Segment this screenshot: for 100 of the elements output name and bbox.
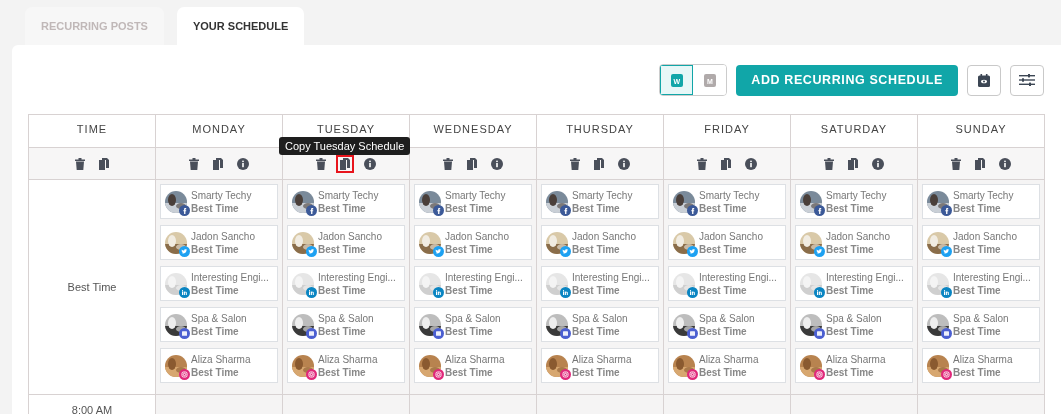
post-card[interactable]: Aliza Sharma Best Time bbox=[922, 348, 1040, 383]
info-icon[interactable] bbox=[618, 157, 630, 170]
post-card[interactable]: Spa & Salon Best Time bbox=[795, 307, 913, 342]
column-header: MONDAY bbox=[156, 115, 283, 148]
post-card[interactable]: Spa & Salon Best Time bbox=[922, 307, 1040, 342]
tooltip: Copy Tuesday Schedule bbox=[279, 137, 411, 155]
post-card[interactable]: Interesting Engi... Best Time bbox=[922, 266, 1040, 301]
trash-icon[interactable] bbox=[951, 157, 961, 170]
account-name: Smarty Techy bbox=[318, 188, 379, 202]
post-card[interactable]: Jadon Sancho Best Time bbox=[287, 225, 405, 260]
column-header: WEDNESDAY bbox=[410, 115, 537, 148]
copy-icon[interactable] bbox=[975, 157, 985, 170]
post-card[interactable]: Aliza Sharma Best Time bbox=[414, 348, 532, 383]
trash-icon[interactable] bbox=[824, 157, 834, 170]
post-card[interactable]: Aliza Sharma Best Time bbox=[668, 348, 786, 383]
post-card[interactable]: Aliza Sharma Best Time bbox=[541, 348, 659, 383]
account-name: Spa & Salon bbox=[445, 311, 501, 325]
copy-icon[interactable] bbox=[594, 157, 604, 170]
post-card[interactable]: Interesting Engi... Best Time bbox=[414, 266, 532, 301]
account-name: Jadon Sancho bbox=[191, 229, 255, 243]
post-card[interactable]: Smarty Techy Best Time bbox=[287, 184, 405, 219]
trash-icon[interactable] bbox=[75, 157, 85, 170]
copy-icon[interactable] bbox=[848, 157, 858, 170]
post-card[interactable]: Spa & Salon Best Time bbox=[287, 307, 405, 342]
network-badge-icon bbox=[179, 286, 190, 298]
network-badge-icon bbox=[560, 245, 571, 257]
info-icon[interactable] bbox=[999, 157, 1011, 170]
trash-icon[interactable] bbox=[570, 157, 580, 170]
info-icon[interactable] bbox=[745, 157, 757, 170]
post-card[interactable]: Smarty Techy Best Time bbox=[414, 184, 532, 219]
add-recurring-schedule-button[interactable]: ADD RECURRING SCHEDULE bbox=[736, 64, 958, 96]
copy-icon[interactable] bbox=[213, 157, 223, 170]
tab[interactable]: YOUR SCHEDULE bbox=[176, 7, 305, 45]
post-card[interactable]: Interesting Engi... Best Time bbox=[541, 266, 659, 301]
account-name: Aliza Sharma bbox=[826, 352, 886, 366]
post-time: Best Time bbox=[699, 201, 748, 215]
column-header: TIME bbox=[29, 115, 156, 148]
post-card[interactable]: Jadon Sancho Best Time bbox=[541, 225, 659, 260]
post-time: Best Time bbox=[191, 242, 240, 256]
post-time: Best Time bbox=[699, 365, 748, 379]
post-card[interactable]: Aliza Sharma Best Time bbox=[795, 348, 913, 383]
network-badge-icon bbox=[814, 327, 825, 339]
copy-icon[interactable] bbox=[340, 157, 350, 170]
post-card[interactable]: Aliza Sharma Best Time bbox=[160, 348, 278, 383]
account-name: Smarty Techy bbox=[826, 188, 887, 202]
info-icon[interactable] bbox=[364, 157, 376, 170]
post-card[interactable]: Smarty Techy Best Time bbox=[922, 184, 1040, 219]
post-card[interactable]: Interesting Engi... Best Time bbox=[668, 266, 786, 301]
column-header: SUNDAY bbox=[918, 115, 1045, 148]
copy-icon[interactable] bbox=[721, 157, 731, 170]
account-name: Aliza Sharma bbox=[191, 352, 251, 366]
info-icon[interactable] bbox=[237, 157, 249, 170]
info-icon[interactable] bbox=[872, 157, 884, 170]
network-badge-icon bbox=[687, 368, 698, 380]
post-card[interactable]: Smarty Techy Best Time bbox=[541, 184, 659, 219]
info-icon[interactable] bbox=[491, 157, 503, 170]
account-name: Interesting Engi... bbox=[572, 270, 650, 284]
post-time: Best Time bbox=[699, 242, 748, 256]
post-card[interactable]: Spa & Salon Best Time bbox=[668, 307, 786, 342]
post-card[interactable]: Aliza Sharma Best Time bbox=[287, 348, 405, 383]
post-time: Best Time bbox=[953, 201, 1002, 215]
post-time: Best Time bbox=[826, 365, 875, 379]
post-card[interactable]: Jadon Sancho Best Time bbox=[922, 225, 1040, 260]
post-time: Best Time bbox=[445, 324, 494, 338]
copy-icon[interactable] bbox=[99, 157, 109, 170]
trash-icon[interactable] bbox=[316, 157, 326, 170]
network-badge-icon bbox=[433, 204, 444, 216]
post-card[interactable]: Jadon Sancho Best Time bbox=[795, 225, 913, 260]
post-card[interactable]: Smarty Techy Best Time bbox=[795, 184, 913, 219]
post-time: Best Time bbox=[572, 201, 621, 215]
post-card[interactable]: Jadon Sancho Best Time bbox=[668, 225, 786, 260]
trash-icon[interactable] bbox=[697, 157, 707, 170]
post-card[interactable]: Jadon Sancho Best Time bbox=[160, 225, 278, 260]
network-badge-icon bbox=[687, 286, 698, 298]
trash-icon[interactable] bbox=[189, 157, 199, 170]
trash-icon[interactable] bbox=[443, 157, 453, 170]
settings-button[interactable] bbox=[1010, 64, 1044, 96]
post-card[interactable]: Interesting Engi... Best Time bbox=[160, 266, 278, 301]
post-card[interactable]: Smarty Techy Best Time bbox=[668, 184, 786, 219]
post-card[interactable]: Interesting Engi... Best Time bbox=[795, 266, 913, 301]
post-time: Best Time bbox=[572, 365, 621, 379]
account-name: Interesting Engi... bbox=[445, 270, 523, 284]
account-name: Aliza Sharma bbox=[953, 352, 1013, 366]
network-badge-icon bbox=[687, 204, 698, 216]
network-badge-icon bbox=[306, 204, 317, 216]
post-card[interactable]: Spa & Salon Best Time bbox=[541, 307, 659, 342]
post-card[interactable]: Interesting Engi... Best Time bbox=[287, 266, 405, 301]
post-card[interactable]: Spa & Salon Best Time bbox=[414, 307, 532, 342]
account-name: Interesting Engi... bbox=[953, 270, 1031, 284]
calendar-view-button[interactable] bbox=[967, 64, 1001, 96]
post-card[interactable]: Jadon Sancho Best Time bbox=[414, 225, 532, 260]
post-time: Best Time bbox=[445, 242, 494, 256]
column-header: FRIDAY bbox=[664, 115, 791, 148]
account-name: Smarty Techy bbox=[191, 188, 252, 202]
post-time: Best Time bbox=[191, 324, 240, 338]
account-name: Smarty Techy bbox=[445, 188, 506, 202]
copy-icon[interactable] bbox=[467, 157, 477, 170]
post-card[interactable]: Smarty Techy Best Time bbox=[160, 184, 278, 219]
post-card[interactable]: Spa & Salon Best Time bbox=[160, 307, 278, 342]
account-name: Interesting Engi... bbox=[699, 270, 777, 284]
